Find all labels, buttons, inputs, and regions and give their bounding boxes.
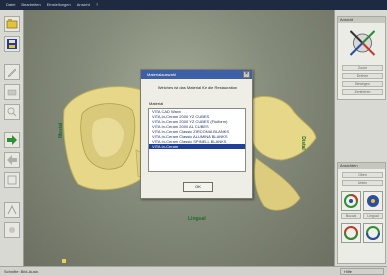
lingual-view-icon <box>366 226 380 240</box>
rotation-gizmo-icon[interactable] <box>342 25 383 61</box>
menu-item-help[interactable]: ? <box>96 2 98 7</box>
material-list[interactable]: VITA CAD Waxx VITA In-Ceram 2000 YZ CUBE… <box>148 108 246 172</box>
view-lingual-label[interactable]: Lingual <box>363 213 383 219</box>
status-bar: Schnitte: Bild-Ausb. Hilfe <box>0 266 387 276</box>
views-panel-title: Ansichten <box>338 163 385 169</box>
ok-button[interactable]: OK <box>183 182 213 192</box>
dialog-close-button[interactable]: × <box>243 71 250 78</box>
magnify-icon <box>7 107 17 117</box>
menu-item-settings[interactable]: Einstellungen <box>47 2 71 7</box>
view-lingual-button[interactable] <box>363 223 383 243</box>
tool-button-1[interactable] <box>4 64 20 80</box>
lingual-label: Lingual <box>188 216 206 222</box>
rotate-button[interactable]: Drehen <box>342 73 383 79</box>
pencil-icon <box>7 68 17 78</box>
buccal-view-icon <box>344 226 358 240</box>
save-button[interactable] <box>4 36 20 52</box>
open-file-button[interactable] <box>4 16 20 32</box>
view-bottom-button[interactable]: Unten <box>342 180 383 186</box>
tool-button-2[interactable] <box>4 84 20 100</box>
tool-button-6[interactable] <box>4 222 20 238</box>
help-status[interactable]: Hilfe <box>340 268 384 275</box>
app-window: Datei Bearbeiten Einstellungen Ansicht ? <box>0 0 387 276</box>
view-control-panel: Ansicht Zoom Drehen Bewegen Zentrieren <box>337 16 386 100</box>
mesial-label: Mesial <box>58 122 64 138</box>
menu-item-edit[interactable]: Bearbeiten <box>21 2 40 7</box>
tool-button-3[interactable] <box>4 104 20 120</box>
orientation-sphere-icon <box>367 195 379 207</box>
material-selection-dialog: Materialauswahl × Welches ist das Materi… <box>140 69 253 199</box>
tool-button-5[interactable] <box>4 202 20 218</box>
view-top-button[interactable]: Oben <box>342 172 383 178</box>
menu-item-file[interactable]: Datei <box>6 2 15 7</box>
dialog-question: Welches ist das Material für die Restaur… <box>157 85 238 90</box>
view-orientation-button-2[interactable] <box>363 191 383 211</box>
arrow-right-icon <box>7 135 17 145</box>
shape-icon <box>7 175 17 185</box>
folder-icon <box>6 19 18 29</box>
zoom-button[interactable]: Zoom <box>342 65 383 71</box>
next-step-button[interactable] <box>4 132 20 148</box>
tool-button-4[interactable] <box>4 172 20 188</box>
arrow-left-icon <box>7 155 17 165</box>
origin-marker <box>62 259 66 263</box>
right-panel: Ansicht Zoom Drehen Bewegen Zentrieren A… <box>334 10 387 266</box>
left-toolbar <box>0 10 24 266</box>
menu-bar: Datei Bearbeiten Einstellungen Ansicht ? <box>0 0 98 9</box>
view-panel-title: Ansicht <box>338 17 385 23</box>
orientation-ring-icon <box>344 194 358 208</box>
view-buccal-label[interactable]: Buccal <box>341 213 361 219</box>
status-text: Schnitte: Bild-Ausb. <box>4 269 39 274</box>
material-list-item-selected[interactable]: VITA In-Ceram <box>149 144 245 149</box>
previous-step-button[interactable] <box>4 152 20 168</box>
view-buccal-button[interactable] <box>341 223 361 243</box>
eraser-icon <box>7 89 17 96</box>
center-button[interactable]: Zentrieren <box>342 89 383 95</box>
save-icon <box>7 39 17 49</box>
view-orientation-button-1[interactable] <box>341 191 361 211</box>
cut-tool-icon <box>7 204 17 215</box>
distal-label: Distal <box>299 136 306 150</box>
dialog-title: Materialauswahl <box>141 70 252 79</box>
move-button[interactable]: Bewegen <box>342 81 383 87</box>
material-list-label: Material <box>149 101 164 106</box>
title-bar: Datei Bearbeiten Einstellungen Ansicht ? <box>0 0 387 10</box>
views-panel: Ansichten Oben Unten Buccal Lingual <box>337 162 386 264</box>
menu-item-view[interactable]: Ansicht <box>77 2 90 7</box>
brush-icon <box>9 227 15 233</box>
